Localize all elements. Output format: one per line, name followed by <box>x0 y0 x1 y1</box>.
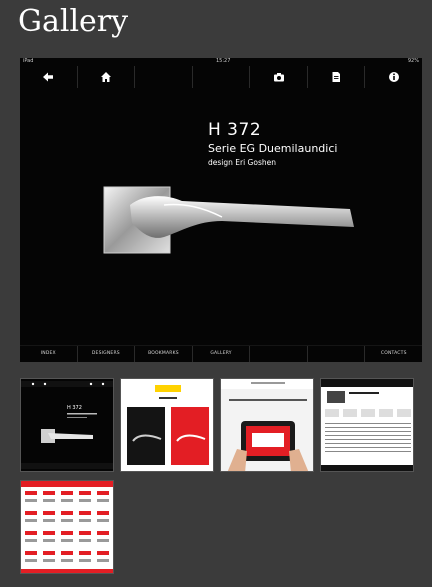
product-series: Serie EG Duemilaundici <box>208 142 338 155</box>
toolbar <box>20 66 422 88</box>
main-screenshot[interactable]: iPad 15:27 92% H 372 Serie EG Duemilaund… <box>20 58 422 362</box>
home-icon <box>100 72 111 82</box>
status-battery: 92% <box>407 58 419 64</box>
thumb-product-code: H 372 <box>67 405 82 411</box>
product-designer: design Eri Goshen <box>208 158 276 167</box>
home-button[interactable] <box>78 66 136 88</box>
toolbar-blank-2 <box>193 66 251 88</box>
product-info: H 372 Serie EG Duemilaundici design Eri … <box>208 120 337 169</box>
thumbnail-ipad-image <box>221 379 313 471</box>
thumbnail-ipad-hands[interactable] <box>220 378 314 472</box>
nav-index[interactable]: INDEX <box>20 346 78 362</box>
thumbnail-grid-image <box>21 481 113 573</box>
nav-designers[interactable]: DESIGNERS <box>78 346 136 362</box>
door-handle-image <box>103 186 354 254</box>
thumbnail-catalog-covers[interactable] <box>120 378 214 472</box>
nav-blank-1 <box>250 346 308 362</box>
toolbar-blank-1 <box>135 66 193 88</box>
thumbnail-covers-image <box>121 379 213 471</box>
info-button[interactable] <box>365 66 422 88</box>
nav-blank-2 <box>308 346 366 362</box>
nav-bookmarks[interactable]: BOOKMARKS <box>135 346 193 362</box>
bottom-nav: INDEX DESIGNERS BOOKMARKS GALLERY CONTAC… <box>20 345 422 362</box>
thumbnail-products-image <box>321 379 413 471</box>
status-bar: iPad 15:27 92% <box>20 58 422 65</box>
back-button[interactable] <box>20 66 78 88</box>
nav-gallery[interactable]: GALLERY <box>193 346 251 362</box>
document-icon <box>332 72 341 82</box>
status-time: 15:27 <box>216 58 231 64</box>
camera-button[interactable] <box>250 66 308 88</box>
thumbnail-handle-image: H 372 <box>21 379 113 471</box>
thumbnail-product-grid[interactable] <box>20 480 114 574</box>
document-button[interactable] <box>308 66 366 88</box>
camera-icon <box>273 73 284 82</box>
info-icon <box>388 72 399 82</box>
nav-contacts[interactable]: CONTACTS <box>365 346 422 362</box>
status-left: iPad <box>23 58 34 64</box>
thumbnail-handle-detail[interactable]: H 372 <box>20 378 114 472</box>
page-title: Gallery <box>18 4 129 39</box>
product-code: H 372 <box>208 120 262 140</box>
back-arrow-icon <box>43 72 54 82</box>
thumbnail-products-page[interactable] <box>320 378 414 472</box>
